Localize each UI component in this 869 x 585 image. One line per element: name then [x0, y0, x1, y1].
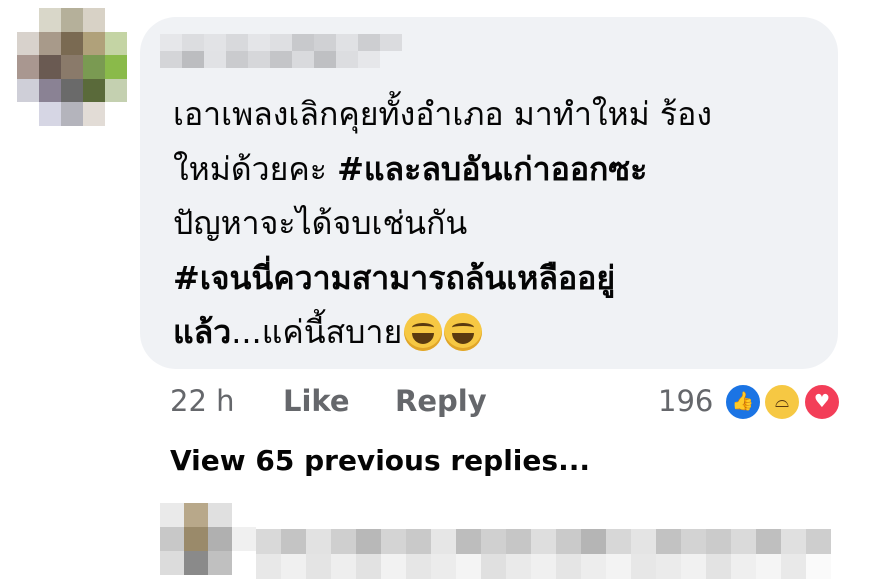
comment-timestamp[interactable]: 22 h: [170, 384, 235, 418]
hashtag-link[interactable]: #และลบอันเก่าออกซะ: [337, 150, 647, 188]
like-icon: 👍: [724, 383, 762, 421]
view-previous-replies-link[interactable]: View 65 previous replies...: [170, 444, 590, 477]
laughing-emoji-icon: [444, 313, 483, 351]
like-button[interactable]: Like: [283, 384, 350, 418]
comment-line: เอาเพลงเลิกคุยทั้งอำเภอ มาทำใหม่ ร้อง: [173, 87, 823, 142]
reaction-count[interactable]: 196: [658, 384, 713, 418]
hashtag-link-continued[interactable]: แล้ว: [173, 313, 231, 351]
next-comment-blurred: [256, 529, 831, 579]
hashtag-link[interactable]: #เจนนี่ความสามารถล้นเหลืออยู่: [173, 259, 615, 297]
comment-line-text: ปัญหาจะได้จบเช่นกัน: [173, 204, 468, 242]
commenter-avatar[interactable]: [17, 8, 127, 126]
love-icon: ♥: [803, 383, 841, 421]
laughing-emoji-icon: [404, 313, 443, 351]
comment-line: ปัญหาจะได้จบเช่นกัน: [173, 196, 823, 251]
haha-icon: ⌓: [763, 383, 801, 421]
comment-line-text: ใหม่ด้วยคะ: [173, 149, 338, 188]
comment-text: เอาเพลงเลิกคุยทั้งอำเภอ มาทำใหม่ ร้อง ให…: [173, 87, 823, 360]
commenter-name-blurred[interactable]: [160, 34, 402, 68]
comment-line-text: เอาเพลงเลิกคุยทั้งอำเภอ มาทำใหม่ ร้อง: [173, 95, 712, 133]
comment-line: #เจนนี่ความสามารถล้นเหลืออยู่: [173, 251, 823, 306]
reply-button[interactable]: Reply: [395, 384, 487, 418]
comment-line: ใหม่ด้วยคะ #และลบอันเก่าออกซะ: [173, 142, 823, 197]
comment-line: แล้ว...แค่นี้สบาย: [173, 305, 823, 360]
next-commenter-avatar[interactable]: [160, 503, 256, 575]
comment-line-text: ...แค่นี้สบาย: [231, 313, 403, 351]
comment-bubble: เอาเพลงเลิกคุยทั้งอำเภอ มาทำใหม่ ร้อง ให…: [140, 17, 838, 369]
